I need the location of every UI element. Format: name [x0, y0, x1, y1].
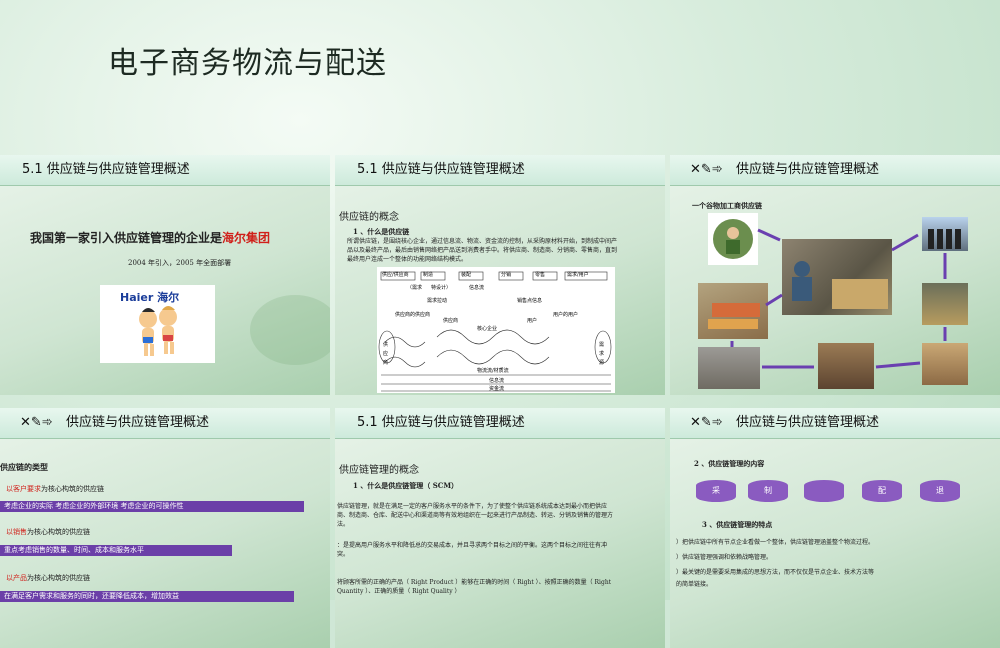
- slide-header: 5.1 供应链与供应链管理概述: [335, 155, 665, 186]
- type-item-1: 以客户要求为核心构筑的供应链: [6, 485, 104, 493]
- content-cylinder-3: [804, 480, 844, 502]
- flow-arrows: [730, 228, 947, 369]
- subhead-features: 3 、供应链管理的特点: [702, 520, 773, 529]
- slide-thumbnail-2[interactable]: 5.1 供应链与供应链管理概述 供应链的概念 1 、什么是供应链 所谓供应链，是…: [335, 155, 665, 395]
- supply-chain-diagram: 供应/供应商 制造 装配 分销 零售 需求/用户 （需求 特设计） 信息流 需求…: [377, 267, 615, 393]
- section-title: 供应链的类型: [0, 462, 48, 472]
- paragraph-3: 将顾客所需的正确的产品（ Right Product ）能够在正确的时间（ Ri…: [337, 579, 612, 595]
- type-item-2: 以销售为核心构筑的供应链: [6, 528, 90, 536]
- slide-header: ✕✎➾ 供应链与供应链管理概述: [0, 408, 330, 439]
- content-cylinder-1: 采: [696, 480, 736, 502]
- slide-thumbnail-3[interactable]: ✕✎➾ 供应链与供应链管理概述 一个谷物加工商供应链: [670, 155, 1000, 395]
- subhead-content: 2 、供应链管理的内容: [694, 459, 765, 468]
- section-title: 供应链的概念: [339, 212, 399, 223]
- slide-headline: 我国第一家引入供应链管理的企业是海尔集团: [30, 231, 271, 245]
- paragraph-2: ：是提高用户服务水平和降低总的交易成本，并且寻求两个目标之间的平衡。这两个目标之…: [337, 542, 608, 558]
- haier-logo-image: Haier 海尔: [100, 285, 215, 363]
- paragraph-1: 供应链管理，就是在满足一定的客户服务水平的条件下，为了使整个供应链系统成本达到最…: [337, 503, 614, 528]
- feature-point-4: 的简单链接。: [676, 581, 713, 588]
- slide-header: 5.1 供应链与供应链管理概述: [0, 155, 330, 186]
- content-cylinder-5: 退: [920, 480, 960, 502]
- subhead: 1 、什么是供应链: [353, 227, 410, 236]
- content-cylinder-4: 配: [862, 480, 902, 502]
- subhead: 1 、什么是供应链管理（ SCM）: [353, 481, 459, 490]
- type-bar-3: 在满足客户需求和服务的同时，还要降低成本，增加效益: [0, 591, 294, 602]
- slide-thumbnail-1[interactable]: 5.1 供应链与供应链管理概述 我国第一家引入供应链管理的企业是海尔集团 200…: [0, 155, 330, 395]
- feature-point-1: ）把供应链中所有节点企业看做一个整体，供应链管理涵盖整个物流过程。: [676, 539, 875, 546]
- content-cylinder-2: 制: [748, 480, 788, 502]
- pencil-icon: ✕✎➾: [690, 415, 723, 430]
- slide-thumbnail-4[interactable]: ✕✎➾ 供应链与供应链管理概述 供应链的类型 以客户要求为核心构筑的供应链 考虑…: [0, 408, 330, 648]
- pencil-icon: ✕✎➾: [20, 415, 53, 430]
- slide-thumbnail-6[interactable]: ✕✎➾ 供应链与供应链管理概述 2 、供应链管理的内容 采 制 配 退 3 、供…: [670, 408, 1000, 648]
- type-bar-2: 重点考虑销售的数量、时间、成本和服务水平: [0, 545, 232, 556]
- type-bar-1: 考虑企业的实际 考虑企业的外部环境 考虑企业的可操作性: [0, 501, 304, 512]
- slide-header: 5.1 供应链与供应链管理概述: [335, 408, 665, 439]
- slide-thumbnail-5[interactable]: 5.1 供应链与供应链管理概述 供应链管理的概念 1 、什么是供应链管理（ SC…: [335, 408, 665, 648]
- page-title: 电子商务物流与配送: [108, 46, 387, 81]
- section-title: 供应链管理的概念: [339, 465, 419, 476]
- feature-point-2: ）供应链管理强调和依赖战略管理。: [676, 554, 773, 561]
- slide-subtext: 2004 年引入，2005 年全面部署: [128, 259, 232, 267]
- feature-point-3: ）最关键的是需要采用集成的思想方法，而不仅仅是节点企业、技术方法等: [676, 569, 875, 576]
- body-text: 所谓供应链，是围绕核心企业，通过信息流、物流、资金流的控制，从采购原材料开始，到…: [347, 238, 618, 263]
- slide-header: ✕✎➾ 供应链与供应链管理概述: [670, 408, 1000, 439]
- type-item-3: 以产品为核心构筑的供应链: [6, 574, 90, 582]
